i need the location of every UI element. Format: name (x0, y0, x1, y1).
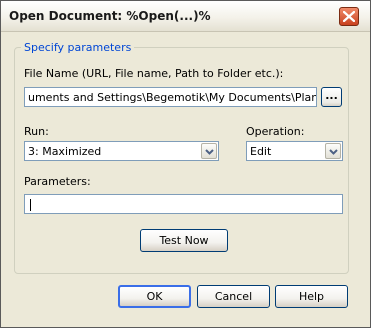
run-value: 3: Maximized (28, 145, 102, 158)
title-bar[interactable]: Open Document: %Open(...)% (1, 1, 370, 32)
file-name-label: File Name (URL, File name, Path to Folde… (24, 67, 284, 80)
dialog-window: Open Document: %Open(...)% Specify param… (0, 0, 371, 328)
run-select[interactable]: 3: Maximized (24, 141, 219, 161)
operation-value: Edit (250, 145, 272, 158)
group-legend: Specify parameters (21, 41, 135, 54)
chevron-down-icon (205, 149, 214, 155)
operation-label: Operation: (246, 125, 305, 138)
ok-button[interactable]: OK (118, 285, 191, 308)
test-now-button[interactable]: Test Now (140, 229, 228, 252)
run-label: Run: (24, 125, 49, 138)
window-title: Open Document: %Open(...)% (9, 9, 211, 23)
close-button[interactable] (339, 7, 359, 26)
cancel-button[interactable]: Cancel (197, 285, 270, 308)
close-icon (343, 11, 355, 22)
operation-dropdown-button[interactable] (325, 143, 341, 159)
browse-button[interactable]: ... (321, 87, 342, 107)
parameters-input[interactable] (24, 194, 343, 214)
parameters-label: Parameters: (24, 175, 91, 188)
text-cursor (30, 199, 31, 211)
file-name-input[interactable]: uments and Settings\Begemotik\My Documen… (24, 87, 317, 107)
help-button[interactable]: Help (275, 285, 348, 308)
file-name-value: uments and Settings\Begemotik\My Documen… (28, 91, 317, 104)
chevron-down-icon (329, 149, 338, 155)
run-dropdown-button[interactable] (201, 143, 217, 159)
operation-select[interactable]: Edit (246, 141, 343, 161)
